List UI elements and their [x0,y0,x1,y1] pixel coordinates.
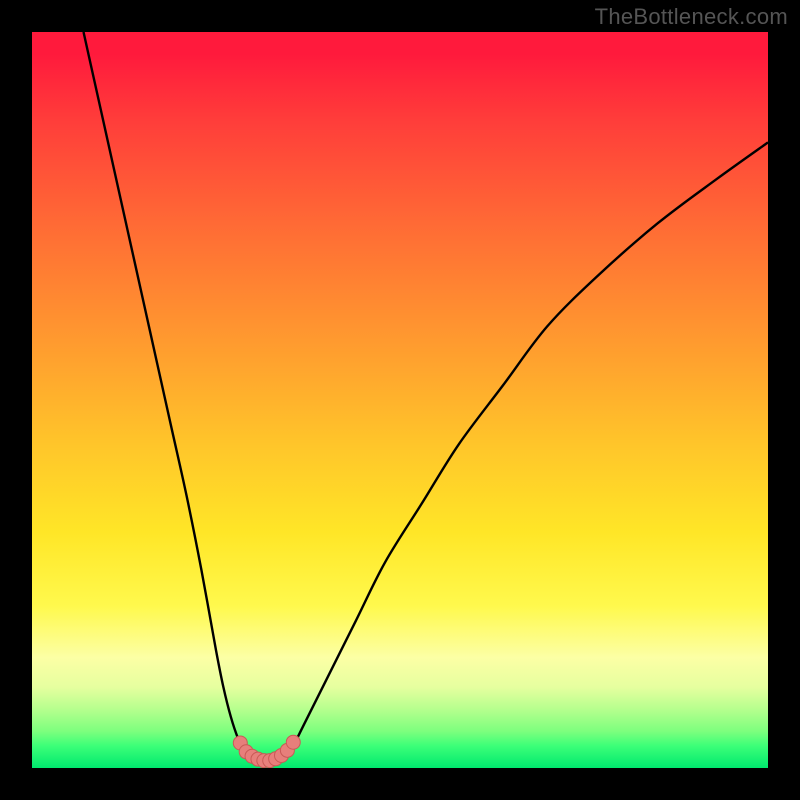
plot-area [32,32,768,768]
valley-marker-group [233,735,300,767]
bottleneck-curve [84,32,768,764]
chart-frame: TheBottleneck.com [0,0,800,800]
watermark-text: TheBottleneck.com [595,4,788,30]
curve-svg [32,32,768,768]
valley-marker [286,735,300,749]
